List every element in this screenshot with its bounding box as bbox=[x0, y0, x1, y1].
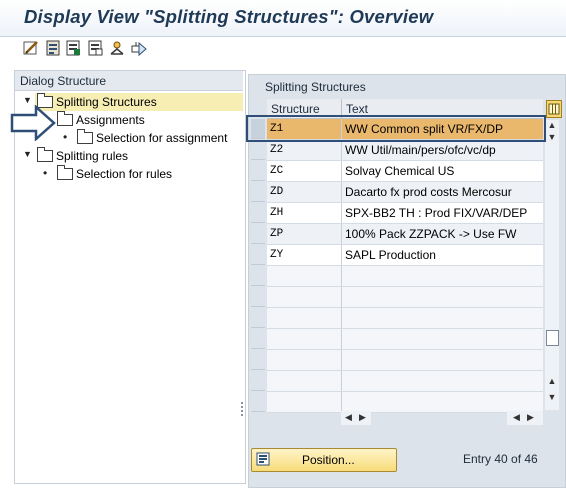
scroll-up-icon[interactable]: ▲ bbox=[545, 376, 559, 390]
horizontal-scrollbar-text[interactable]: ◀ ▶ bbox=[507, 411, 543, 425]
folder-icon bbox=[77, 129, 93, 144]
row-selector[interactable] bbox=[251, 245, 265, 265]
folder-icon bbox=[57, 111, 73, 126]
table-row[interactable]: ZH SPX-BB2 TH : Prod FIX/VAR/DEP bbox=[267, 203, 543, 224]
text-cell: WW Util/main/pers/ofc/vc/dp bbox=[345, 143, 496, 157]
row-selector[interactable] bbox=[251, 266, 265, 286]
tree-node-splitting-rules[interactable]: ▼ Splitting rules bbox=[23, 147, 183, 165]
table-row[interactable]: ZD Dacarto fx prod costs Mercosur bbox=[267, 182, 543, 203]
title-bar: Display View "Splitting Structures": Ove… bbox=[0, 0, 566, 37]
tree-node-label: Splitting Structures bbox=[56, 95, 157, 109]
folder-icon bbox=[37, 147, 53, 162]
row-selector[interactable] bbox=[251, 161, 265, 181]
row-selector[interactable] bbox=[251, 392, 265, 412]
tree-bullet: • bbox=[63, 130, 68, 144]
empty-table-row[interactable] bbox=[267, 308, 543, 329]
table-row[interactable]: ZY SAPL Production bbox=[267, 245, 543, 266]
empty-table-row[interactable] bbox=[267, 287, 543, 308]
text-cell: 100% Pack ZZPACK -> Use FW bbox=[345, 227, 517, 241]
other-entries-icon[interactable] bbox=[130, 39, 148, 57]
tree-node-assignments[interactable]: Assignments bbox=[55, 111, 205, 129]
tree-node-splitting-structures[interactable]: ▼ Splitting Structures bbox=[23, 93, 243, 111]
scroll-left-icon[interactable]: ◀ bbox=[513, 412, 520, 423]
scroll-down-icon[interactable]: ▼ bbox=[545, 392, 559, 406]
select-all-icon[interactable] bbox=[64, 39, 82, 57]
table-row[interactable]: ZC Solvay Chemical US bbox=[267, 161, 543, 182]
scroll-right-icon[interactable]: ▶ bbox=[359, 412, 366, 423]
dialog-structure-header: Dialog Structure bbox=[15, 71, 243, 91]
table-settings-icon[interactable] bbox=[546, 100, 562, 118]
position-icon bbox=[256, 452, 270, 466]
vertical-scrollbar[interactable]: ▲ ▼ ▲ ▼ bbox=[545, 120, 559, 410]
tree-node-label: Assignments bbox=[76, 113, 145, 127]
row-selector[interactable] bbox=[251, 224, 265, 244]
tree-node-selection-for-assignment[interactable]: • Selection for assignment bbox=[61, 129, 243, 147]
structure-cell: Z2 bbox=[270, 144, 284, 156]
scroll-left-icon[interactable]: ◀ bbox=[345, 412, 352, 423]
empty-table-row[interactable] bbox=[267, 371, 543, 392]
empty-table-row[interactable] bbox=[267, 266, 543, 287]
scroll-right-icon[interactable]: ▶ bbox=[527, 412, 534, 423]
tree-node-label: Selection for rules bbox=[76, 167, 173, 181]
row-selector[interactable] bbox=[251, 308, 265, 328]
text-cell: SPX-BB2 TH : Prod FIX/VAR/DEP bbox=[345, 206, 528, 220]
text-cell: Dacarto fx prod costs Mercosur bbox=[345, 185, 512, 199]
row-highlight-frame bbox=[246, 115, 546, 142]
empty-table-row[interactable] bbox=[267, 329, 543, 350]
structure-cell: ZH bbox=[270, 207, 284, 219]
row-selector[interactable] bbox=[251, 350, 265, 370]
structure-cell: ZP bbox=[270, 228, 284, 240]
pane-splitter[interactable] bbox=[241, 402, 245, 416]
scrollbar-thumb[interactable] bbox=[546, 330, 559, 346]
tree-node-label: Selection for assignment bbox=[96, 131, 228, 145]
empty-table-row[interactable] bbox=[267, 350, 543, 371]
table-title: Splitting Structures bbox=[265, 80, 366, 94]
tree-node-selection-for-rules[interactable]: • Selection for rules bbox=[41, 165, 211, 183]
horizontal-scrollbar-structure[interactable]: ◀ ▶ bbox=[341, 411, 371, 425]
callout-arrow-icon bbox=[10, 105, 56, 141]
row-selector[interactable] bbox=[251, 182, 265, 202]
row-selector[interactable] bbox=[251, 203, 265, 223]
structure-cell: ZD bbox=[270, 186, 284, 198]
window-title: Display View "Splitting Structures": Ove… bbox=[24, 6, 434, 27]
expand-triangle-icon[interactable]: ▼ bbox=[23, 95, 32, 105]
row-selector[interactable] bbox=[251, 329, 265, 349]
structure-cell: ZY bbox=[270, 249, 284, 261]
folder-icon bbox=[57, 165, 73, 180]
scroll-down-icon[interactable]: ▼ bbox=[545, 132, 559, 146]
row-selector[interactable] bbox=[251, 140, 265, 160]
table-row[interactable]: Z2 WW Util/main/pers/ofc/vc/dp bbox=[267, 140, 543, 161]
tree-bullet: • bbox=[43, 166, 48, 180]
position-button-label: Position... bbox=[302, 453, 355, 467]
text-cell: Solvay Chemical US bbox=[345, 164, 455, 178]
print-icon[interactable] bbox=[108, 39, 126, 57]
details-icon[interactable] bbox=[44, 39, 62, 57]
deselect-all-icon[interactable] bbox=[86, 39, 104, 57]
application-toolbar bbox=[0, 37, 566, 61]
structure-cell: ZC bbox=[270, 165, 284, 177]
column-header-label: Text bbox=[346, 102, 369, 116]
row-selector[interactable] bbox=[251, 287, 265, 307]
dialog-structure-title: Dialog Structure bbox=[20, 74, 107, 88]
text-cell: SAPL Production bbox=[345, 248, 436, 262]
position-button[interactable]: Position... bbox=[251, 448, 397, 472]
empty-table-row[interactable] bbox=[267, 392, 543, 413]
column-header-label: Structure bbox=[271, 102, 320, 116]
row-selector[interactable] bbox=[251, 371, 265, 391]
expand-triangle-icon[interactable]: ▼ bbox=[23, 149, 32, 159]
tree-node-label: Splitting rules bbox=[56, 149, 129, 163]
entry-counter: Entry 40 of 46 bbox=[463, 452, 538, 466]
change-display-icon[interactable] bbox=[22, 39, 40, 57]
table-row[interactable]: ZP 100% Pack ZZPACK -> Use FW bbox=[267, 224, 543, 245]
